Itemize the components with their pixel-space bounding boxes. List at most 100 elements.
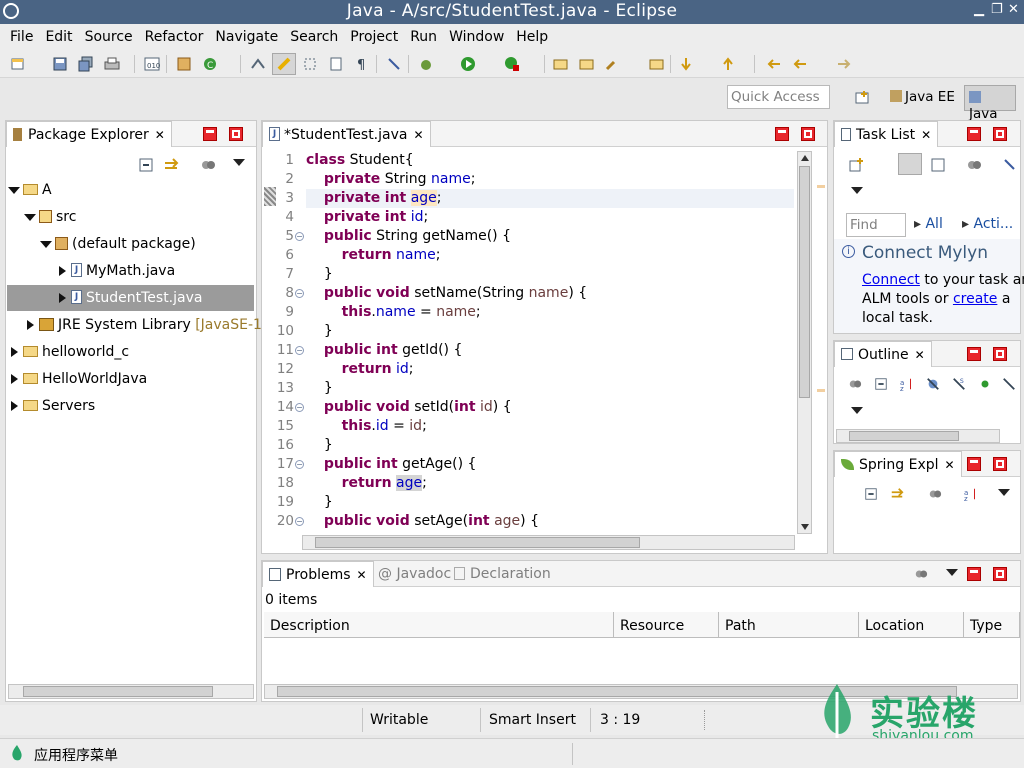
tree-item-studenttest[interactable]: J StudentTest.java [7, 285, 254, 311]
perspective-java-ee[interactable]: Java EE [886, 85, 959, 111]
filter-icon[interactable] [914, 567, 928, 581]
column-resource[interactable]: Resource [614, 612, 719, 638]
collapse-all-icon[interactable] [874, 377, 888, 391]
perspective-java[interactable]: Java [964, 85, 1016, 122]
maximize-view-icon[interactable] [993, 127, 1007, 141]
minimize-icon[interactable]: ▁ [974, 2, 984, 17]
create-link[interactable]: create [953, 291, 997, 307]
new-task-icon[interactable] [848, 157, 864, 173]
view-menu-icon[interactable] [946, 569, 958, 576]
connect-link[interactable]: Connect [862, 272, 920, 288]
task-find-input[interactable]: Find [846, 213, 906, 237]
expand-icon[interactable] [8, 186, 20, 194]
tree-item-jre-library[interactable]: JRE System Library [JavaSE-1.7] [24, 312, 281, 338]
menu-help[interactable]: Help [510, 29, 554, 45]
maximize-view-icon[interactable] [993, 347, 1007, 361]
menu-source[interactable]: Source [79, 29, 139, 45]
forward-icon[interactable] [836, 56, 852, 72]
sort-icon[interactable]: az [964, 487, 978, 501]
tree-item-default-package[interactable]: (default package) [40, 231, 196, 257]
link-with-editor-icon[interactable] [890, 487, 904, 501]
minimize-view-icon[interactable] [967, 347, 981, 361]
column-path[interactable]: Path [719, 612, 859, 638]
save-all-icon[interactable] [78, 56, 94, 72]
minimize-view-icon[interactable] [967, 127, 981, 141]
maximize-view-icon[interactable] [801, 127, 815, 141]
tree-item-servers[interactable]: Servers [8, 393, 95, 419]
expand-icon[interactable] [40, 240, 52, 248]
code-area[interactable]: 1 class Student{ 2 private String name; 3… [276, 151, 796, 535]
overview-ruler-marker[interactable] [817, 389, 825, 392]
last-edit-location-icon[interactable] [766, 56, 782, 72]
tree-item-project-a[interactable]: A [8, 177, 52, 203]
tab-package-explorer[interactable]: Package Explorer ✕ [6, 121, 172, 147]
tab-declaration[interactable]: Declaration [454, 566, 551, 582]
view-menu-icon[interactable] [233, 159, 245, 166]
tree-item-helloworld-c[interactable]: helloworld_c [8, 339, 129, 365]
quick-access-input[interactable]: Quick Access [727, 85, 830, 109]
filter-icon[interactable] [848, 377, 862, 391]
previous-annotation-icon[interactable] [720, 56, 736, 72]
close-tab-icon[interactable]: ✕ [357, 568, 367, 582]
collapse-all-icon[interactable] [138, 157, 154, 173]
maximize-view-icon[interactable] [229, 127, 243, 141]
close-tab-icon[interactable]: ✕ [915, 348, 925, 362]
tab-outline[interactable]: Outline ✕ [834, 341, 932, 367]
print-icon[interactable] [104, 56, 120, 72]
save-icon[interactable] [52, 56, 68, 72]
column-type[interactable]: Type [964, 612, 1020, 638]
tab-problems[interactable]: Problems ✕ [262, 561, 374, 587]
restore-icon[interactable]: ❐ [991, 2, 1003, 17]
tab-task-list[interactable]: Task List ✕ [834, 121, 939, 147]
categorized-toggle-button[interactable] [898, 153, 922, 175]
hide-fields-icon[interactable] [926, 377, 940, 391]
tab-javadoc[interactable]: @ Javadoc [378, 566, 451, 582]
filter-icon[interactable] [928, 487, 942, 501]
minimize-view-icon[interactable] [775, 127, 789, 141]
show-whitespace-icon[interactable]: ¶ [354, 56, 370, 72]
show-source-icon[interactable] [328, 56, 344, 72]
menu-window[interactable]: Window [443, 29, 510, 45]
tree-item-helloworldjava[interactable]: HelloWorldJava [8, 366, 147, 392]
close-icon[interactable]: ✕ [1008, 2, 1019, 17]
open-task-icon[interactable] [578, 56, 594, 72]
minimize-view-icon[interactable] [967, 567, 981, 581]
app-menu-label[interactable]: 应用程序菜单 [34, 745, 118, 765]
skip-breakpoints-icon[interactable] [386, 56, 402, 72]
next-annotation-icon[interactable] [678, 56, 694, 72]
open-console-icon[interactable]: 010 [144, 56, 160, 72]
filter-icon[interactable] [966, 157, 982, 173]
close-tab-icon[interactable]: ✕ [413, 128, 423, 142]
app-menu-icon[interactable] [10, 744, 24, 762]
column-location[interactable]: Location [859, 612, 964, 638]
tab-spring-explorer[interactable]: Spring Expl ✕ [834, 451, 962, 477]
maximize-view-icon[interactable] [993, 567, 1007, 581]
run-icon[interactable] [460, 56, 476, 72]
collapse-all-icon[interactable] [864, 487, 878, 501]
editor-horizontal-scrollbar[interactable] [302, 535, 795, 550]
menu-edit[interactable]: Edit [39, 29, 78, 45]
collapse-icon[interactable] [27, 320, 34, 330]
task-filter-active[interactable]: ▸ Acti... [962, 216, 1013, 232]
toggle-breadcrumb-icon[interactable] [250, 56, 266, 72]
close-tab-icon[interactable]: ✕ [155, 128, 165, 142]
link-with-editor-icon[interactable] [163, 157, 179, 173]
task-filter-all[interactable]: ▸ All [914, 216, 943, 232]
view-menu-icon[interactable] [851, 187, 863, 194]
bookmark-marker[interactable] [264, 187, 276, 206]
collapse-icon[interactable] [11, 347, 18, 357]
new-icon[interactable] [10, 56, 26, 72]
expand-icon[interactable] [24, 213, 36, 221]
menu-search[interactable]: Search [284, 29, 344, 45]
new-class-icon[interactable]: C [202, 56, 218, 72]
toggle-mark-occurrences-button[interactable] [272, 53, 296, 75]
menu-run[interactable]: Run [404, 29, 443, 45]
maximize-view-icon[interactable] [993, 457, 1007, 471]
open-folder-icon[interactable] [648, 56, 664, 72]
outline-horizontal-scrollbar[interactable] [836, 429, 1000, 443]
view-menu-icon[interactable] [998, 489, 1010, 496]
block-selection-icon[interactable] [302, 56, 318, 72]
menu-file[interactable]: File [4, 29, 39, 45]
search-icon[interactable] [604, 56, 620, 72]
open-type-icon[interactable] [552, 56, 568, 72]
